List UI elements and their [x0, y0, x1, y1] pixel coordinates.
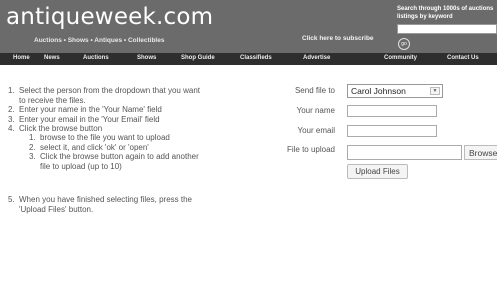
search-input[interactable] [397, 24, 497, 34]
step-text: Click the browse button [19, 124, 103, 133]
file-to-upload-label: File to upload [286, 145, 335, 154]
nav-item-classifieds[interactable]: Classifieds [240, 55, 272, 61]
instruction-step: 2. Enter your name in the 'Your Name' fi… [8, 105, 208, 115]
upload-instructions: 1. Select the person from the dropdown t… [8, 86, 208, 134]
instruction-step: 3. Enter your email in the 'Your Email' … [8, 115, 208, 125]
search-description: Search through 1000s of auctions listing… [397, 6, 494, 20]
instruction-step: 1. Select the person from the dropdown t… [8, 86, 208, 105]
main-nav: Home News Auctions Shows Shop Guide Clas… [0, 53, 497, 65]
nav-item-contact-us[interactable]: Contact Us [447, 55, 479, 61]
substep-number: 3. [29, 152, 36, 161]
browse-substeps: 1. browse to the file you want to upload… [8, 133, 208, 171]
email-field[interactable] [347, 125, 437, 137]
nav-item-auctions[interactable]: Auctions [83, 55, 109, 61]
chevron-down-icon: ▼ [430, 87, 440, 95]
your-email-label: Your email [297, 126, 335, 135]
your-name-label: Your name [296, 106, 335, 115]
file-path-field[interactable] [347, 145, 462, 160]
substep-number: 1. [29, 133, 36, 142]
recipient-select[interactable]: Carol Johnson ▼ [347, 84, 443, 98]
step-text: Enter your email in the 'Your Email' fie… [19, 114, 160, 124]
step-number: 2. [8, 105, 15, 114]
step-number: 1. [8, 86, 15, 95]
instruction-substep: 1. browse to the file you want to upload [8, 133, 208, 143]
nav-item-home[interactable]: Home [13, 55, 30, 61]
recipient-selected-value: Carol Johnson [351, 86, 406, 96]
subscribe-link[interactable]: Click here to subscribe [302, 35, 374, 42]
site-logo[interactable]: antiqueweek.com [6, 4, 213, 30]
header-banner: antiqueweek.com Auctions • Shows • Antiq… [0, 0, 497, 53]
step-text: Enter your name in the 'Your Name' field [19, 105, 162, 114]
step-number: 3. [8, 114, 15, 124]
nav-item-advertise[interactable]: Advertise [303, 55, 330, 61]
instruction-step: 5. When you have finished selecting file… [8, 195, 208, 214]
nav-item-shop-guide[interactable]: Shop Guide [181, 55, 215, 61]
step-text: When you have finished selecting files, … [19, 195, 192, 214]
browse-button[interactable]: Browse... [464, 145, 497, 160]
send-to-label: Send file to [294, 86, 335, 95]
upload-files-button[interactable]: Upload Files [347, 164, 408, 179]
step-text: Select the person from the dropdown that… [19, 86, 200, 105]
nav-item-shows[interactable]: Shows [137, 55, 156, 61]
final-instruction: 5. When you have finished selecting file… [8, 195, 208, 214]
step-number: 5. [8, 195, 15, 204]
site-tagline: Auctions • Shows • Antiques • Collectibl… [34, 37, 165, 44]
substep-text: select it, and click 'ok' or 'open' [40, 142, 149, 152]
substep-number: 2. [29, 142, 36, 152]
instruction-substep: 2. select it, and click 'ok' or 'open' [8, 143, 208, 153]
substep-text: Click the browse button again to add ano… [40, 152, 199, 171]
substep-text: browse to the file you want to upload [40, 133, 170, 142]
name-field[interactable] [347, 105, 437, 117]
nav-item-community[interactable]: Community [384, 55, 417, 61]
nav-item-news[interactable]: News [44, 55, 60, 61]
instruction-substep: 3. Click the browse button again to add … [8, 152, 208, 171]
search-go-button[interactable]: go [398, 38, 410, 50]
